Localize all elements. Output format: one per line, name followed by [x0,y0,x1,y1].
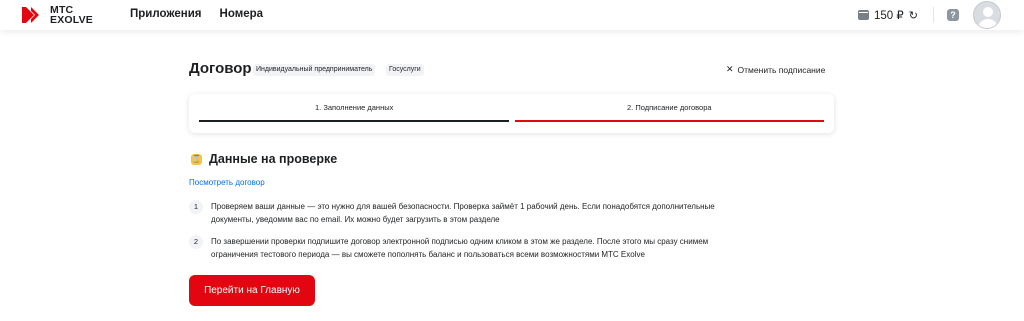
avatar-body [978,19,998,28]
status-title: Данные на проверке [209,152,338,166]
nav-numbers[interactable]: Номера [220,8,264,20]
item-text: Проверяем ваши данные — это нужно для ва… [211,202,715,224]
go-home-button[interactable]: Перейти на Главную [189,275,315,306]
step-1-bar [199,120,509,122]
question-icon[interactable]: ? [947,9,959,21]
hourglass-icon: ⌛ [191,154,202,165]
wallet-icon [858,10,869,20]
avatar-head [983,7,993,17]
step-1-label: 1. Заполнение данных [315,103,394,112]
balance-amount: 150 ₽ [874,10,904,22]
top-header: МТС EXOLVE Приложения Номера 150 ₽ ↻ ? [0,0,1024,30]
logo[interactable]: МТС EXOLVE [22,5,93,25]
user-avatar-icon[interactable] [973,1,1001,29]
refresh-icon[interactable]: ↻ [909,9,918,22]
item-text: По завершении проверки подпишите договор… [211,237,709,259]
balance-widget[interactable]: 150 ₽ ↻ [858,8,918,22]
step-2-bar [515,120,824,122]
nav-apps[interactable]: Приложения [130,8,202,20]
header-divider [933,7,934,23]
badge-entrepreneur: Индивидуальный предприниматель [253,64,376,76]
page-title: Договор [189,60,252,77]
main-nav: Приложения Номера [130,8,263,20]
logo-text: МТС EXOLVE [50,5,94,26]
cancel-signing-label: Отменить подписание [737,64,826,75]
item-number: 1 [189,200,203,214]
view-contract-link[interactable]: Посмотреть договор [189,178,265,187]
step-2-label: 2. Подписание договора [627,103,712,112]
logo-line-2: EXOLVE [50,14,94,26]
badge-gosuslugi: Госуслуги [386,64,424,76]
cancel-signing-button[interactable]: ✕ Отменить подписание [726,64,825,75]
steps-progress: 1. Заполнение данных 2. Подписание догов… [189,94,834,133]
item-number: 2 [189,235,203,249]
mts-logo-icon [22,7,39,23]
close-icon: ✕ [726,64,734,74]
